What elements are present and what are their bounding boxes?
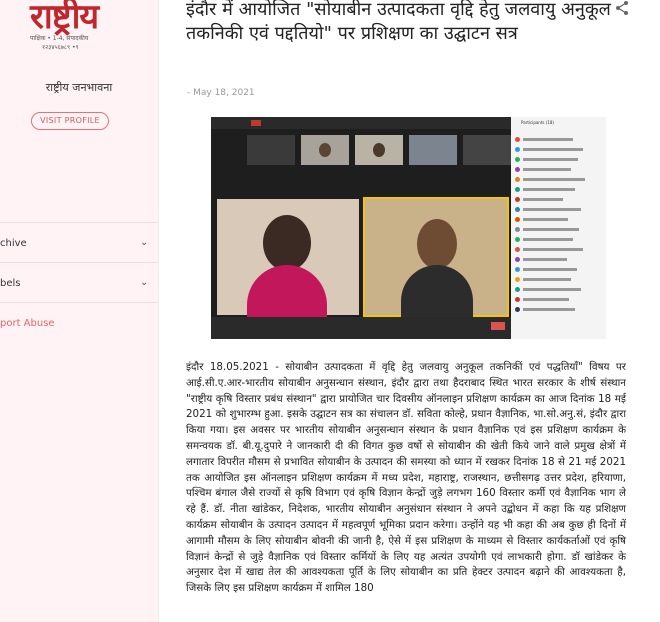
logo-text: राष्ट्रीय	[30, 0, 99, 37]
meeting-control-bar	[211, 317, 511, 339]
speaker-video-left	[217, 199, 359, 325]
participant-thumbnail	[355, 135, 403, 165]
speaker-video-right	[363, 197, 509, 319]
participants-panel: Participants (18)	[511, 117, 606, 339]
archive-toggle[interactable]: chive	[0, 238, 27, 249]
recording-indicator	[251, 120, 261, 126]
participant-thumbnail	[247, 135, 295, 165]
chevron-down-icon[interactable]: ⌄	[140, 277, 148, 288]
sidebar-border	[158, 0, 159, 622]
chevron-down-icon[interactable]: ⌄	[140, 237, 148, 248]
participant-thumbnail	[301, 135, 349, 165]
logo-subtitle: पाक्षिक • 1-4, संपादकीय	[30, 35, 89, 42]
participant-thumbnail	[409, 135, 457, 165]
labels-toggle[interactable]: bels	[0, 278, 21, 289]
divider	[0, 302, 158, 303]
visit-profile-button[interactable]: VISIT PROFILE	[31, 112, 109, 130]
sidebar: राष्ट्रीय पाक्षिक • 1-4, संपादकीय १२३४५६…	[0, 0, 158, 622]
blog-name: राष्ट्रीय जनभावना	[45, 81, 113, 94]
post-body: इंदौर 18.05.2021 - सोयाबीन उत्पादकता में…	[186, 361, 627, 595]
end-meeting-button	[491, 322, 505, 330]
meeting-screenshot: Participants (18)	[211, 117, 606, 339]
post-date: - May 18, 2021	[187, 88, 255, 98]
logo-subtitle-2: १२३४५६७८९ •९	[42, 44, 79, 51]
blog-logo[interactable]: राष्ट्रीय पाक्षिक • 1-4, संपादकीय १२३४५६…	[0, 0, 148, 62]
divider	[0, 262, 158, 263]
participants-title: Participants (18)	[521, 120, 554, 125]
participant-thumbnail	[463, 135, 511, 165]
post-title: इंदौर में आयोजित "सोयाबीन उत्पादकता वृद्…	[186, 0, 611, 44]
report-abuse-link[interactable]: port Abuse	[0, 318, 55, 329]
share-icon[interactable]	[614, 0, 630, 16]
divider	[0, 222, 158, 223]
